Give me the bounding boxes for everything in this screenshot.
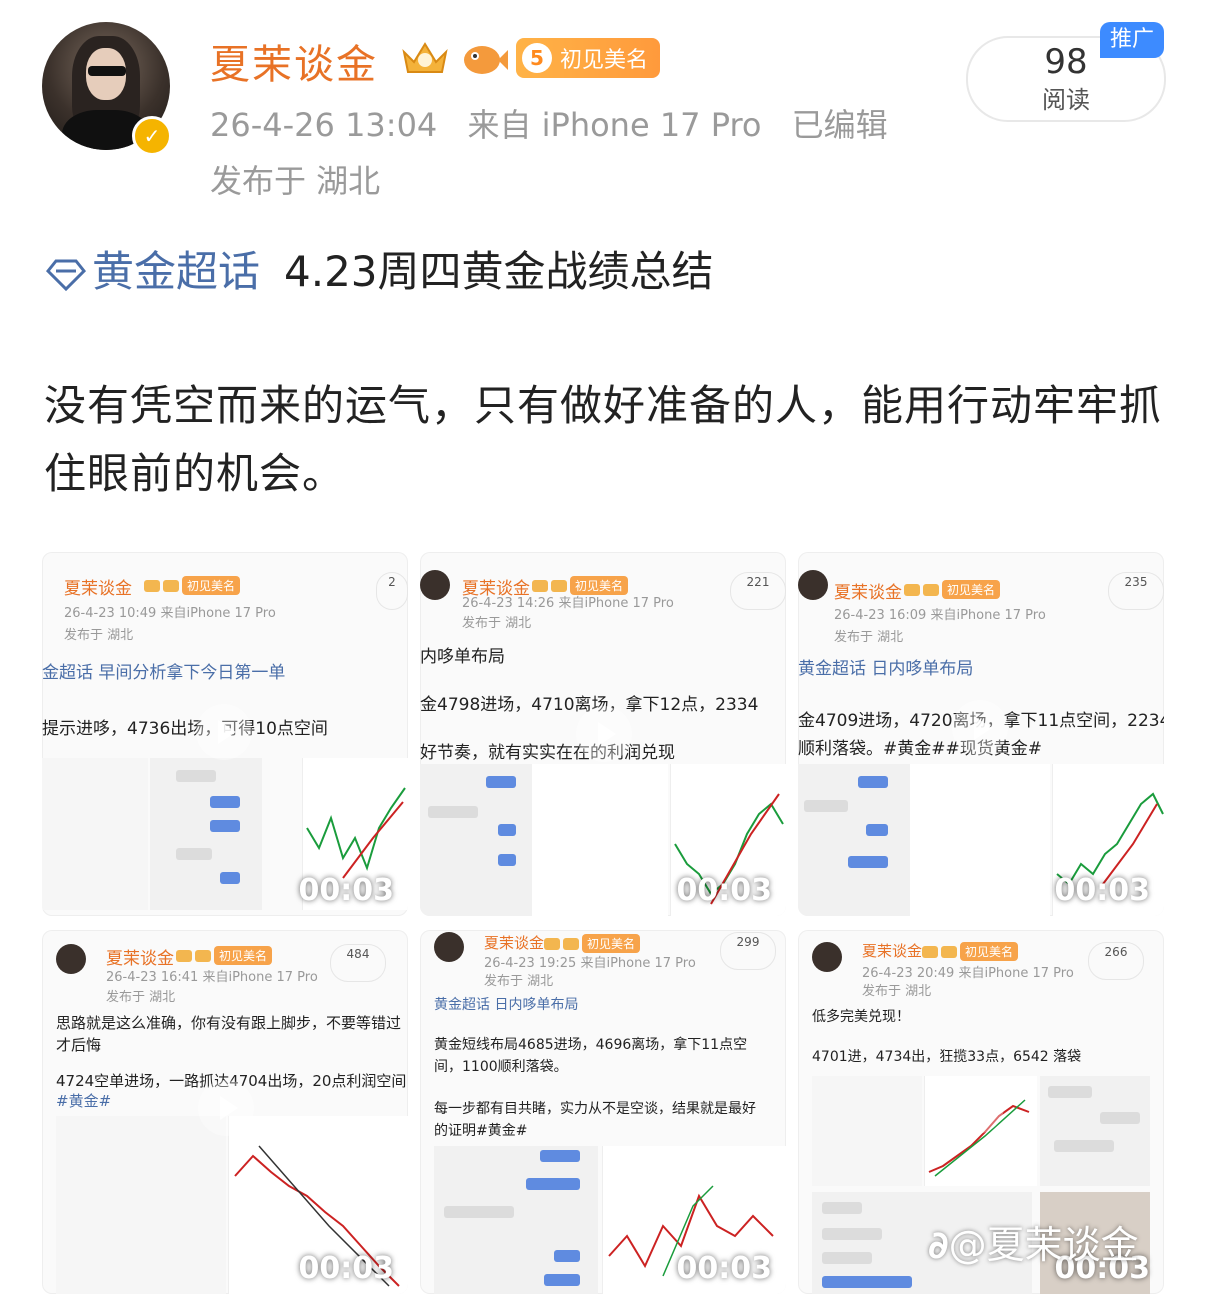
thumb-doc-shot [812,1076,922,1186]
thumb-read: 266 [1088,942,1144,980]
thumb-avatar [420,570,450,600]
thumb-author: 夏茉谈金 [64,579,132,599]
avatar-glasses [88,66,126,76]
post-meta: 26-4-26 13:04 来自 iPhone 17 Pro 已编辑 [210,100,908,146]
thumb-line: 金超话 早间分析拿下今日第一单 [42,663,286,683]
post-source: 来自 iPhone 17 Pro [467,106,762,144]
thumb-chat-shot [150,758,262,910]
thumb-badges: 初见美名 [144,576,241,595]
thumb-chat-shot [434,1146,598,1294]
diamond-topic-icon [45,259,87,291]
thumb-line: 好节奏，就有实实在在的利润兑现 [420,743,675,763]
thumb-line: 才后悔 [56,1036,102,1054]
thumbnail-5[interactable]: 夏茉谈金 初见美名 299 26-4-23 19:25 来自iPhone 17 … [420,930,786,1294]
thumb-chat-shot [1040,1076,1150,1186]
thumb-line: 黄金短线布局4685进场，4696离场，拿下11点空 [434,1037,748,1053]
thumb-avatar [434,932,464,962]
thumb-price-shot [532,764,668,916]
thumb-price-shot [910,764,1050,916]
topic-link[interactable]: 黄金超话 [92,247,260,296]
post-body: 没有凭空而来的运气，只有做好准备的人，能用行动牢牢抓住眼前的机会。 [44,381,1163,498]
thumb-doc-shot [56,1116,226,1294]
play-icon[interactable] [196,704,252,760]
watermark-text: @夏茉谈金 [948,1223,1139,1267]
weibo-logo-icon: ∂ [928,1223,949,1267]
thumb-avatar [798,570,828,600]
thumb-doc-shot [42,758,148,910]
level-badge[interactable]: 5 初见美名 [516,38,661,78]
thumb-line: 间，1100顺利落袋。 [434,1059,568,1075]
level-number: 5 [522,43,552,73]
thumb-location: 发布于 湖北 [862,984,932,999]
topic-line: 黄金超话 4.23周四黄金战绩总结 [44,238,714,299]
video-duration: 00:03 [1054,873,1151,908]
thumb-author: 夏茉谈金 [834,583,902,603]
post-location: 发布于 湖北 [210,162,381,200]
thumbnail-3[interactable]: 夏茉谈金 初见美名 235 26-4-23 16:09 来自iPhone 17 … [798,552,1164,916]
thumb-line: 黄金超话 日内哆单布局 [798,659,974,679]
thumb-line: 每一步都有目共睹，实力从不是空谈，结果就是最好 [434,1101,756,1117]
post-edited[interactable]: 已编辑 [792,106,888,144]
fish-badge-icon[interactable] [460,38,508,80]
thumb-chat-shot [420,764,532,916]
thumb-date: 26-4-23 16:09 来自iPhone 17 Pro [834,608,1046,623]
thumb-date: 26-4-23 16:41 来自iPhone 17 Pro [106,970,318,985]
video-duration: 00:03 [676,1251,773,1286]
thumb-line: 内哆单布局 [420,647,505,667]
thumb-line: 的证明#黄金# [434,1123,528,1139]
thumb-read: 484 [330,944,386,982]
thumbnail-2[interactable]: 夏茉谈金 初见美名 221 26-4-23 14:26 来自iPhone 17 … [420,552,786,916]
thumb-date: 26-4-23 20:49 来自iPhone 17 Pro [862,966,1074,981]
thumb-location: 发布于 湖北 [64,628,134,643]
thumb-read: 235 [1108,572,1164,610]
verified-icon: ✓ [132,116,172,156]
read-label: 阅读 [1042,86,1090,114]
play-icon[interactable] [952,700,1008,756]
thumb-line: 思路就是这么准确，你有没有跟上脚步，不要等错过 [56,1014,402,1032]
thumb-badges: 初见美名 [922,942,1019,961]
thumbnail-4[interactable]: 夏茉谈金 初见美名 484 26-4-23 16:41 来自iPhone 17 … [42,930,408,1294]
watermark: ∂@夏茉谈金 [928,1214,1139,1269]
thumb-author: 夏茉谈金 [484,934,545,952]
thumb-chat-shot [798,764,910,916]
thumbnail-1[interactable]: 夏茉谈金 初见美名 2 26-4-23 10:49 来自iPhone 17 Pr… [42,552,408,916]
crown-badge-icon[interactable] [398,38,452,80]
post-date: 26-4-26 13:04 [210,106,438,144]
play-icon[interactable] [198,1080,254,1136]
thumb-location: 发布于 湖北 [484,974,554,989]
promo-tag[interactable]: 推广 [1100,22,1164,58]
thumb-line: 4701进，4734出，狂揽33点，6542 落袋 [812,1049,1082,1065]
thumb-date: 26-4-23 10:49 来自iPhone 17 Pro [64,606,276,621]
thumb-location: 发布于 湖北 [834,630,904,645]
thumb-avatar [812,942,842,972]
thumb-line: 黄金超话 日内哆单布局 [434,997,579,1013]
thumb-badges: 初见美名 [544,934,641,953]
video-duration: 00:03 [676,873,773,908]
post-title: 4.23周四黄金战绩总结 [284,247,714,296]
thumb-line: #黄金# [56,1092,112,1110]
thumb-badges: 初见美名 [176,946,273,965]
thumb-read: 2 [376,572,408,610]
author-name[interactable]: 夏茉谈金 [210,32,378,90]
thumb-line: 提示进哆，4736出场，可得10点空间 [42,719,328,739]
video-duration: 00:03 [298,873,395,908]
thumb-avatar [56,944,86,974]
level-title: 初见美名 [560,48,649,73]
thumb-location: 发布于 湖北 [462,616,532,631]
play-icon[interactable] [576,706,632,762]
thumb-read: 299 [720,932,776,970]
thumb-date: 26-4-23 14:26 来自iPhone 17 Pro [462,596,674,611]
thumb-location: 发布于 湖北 [106,990,176,1005]
video-duration: 00:03 [298,1251,395,1286]
play-icon[interactable] [948,1078,1004,1134]
thumb-line: 低多完美兑现！ [812,1009,910,1025]
thumb-read: 221 [730,572,786,610]
thumb-badges: 初见美名 [904,580,1001,599]
thumb-date: 26-4-23 19:25 来自iPhone 17 Pro [484,956,696,971]
thumb-author: 夏茉谈金 [862,942,923,960]
